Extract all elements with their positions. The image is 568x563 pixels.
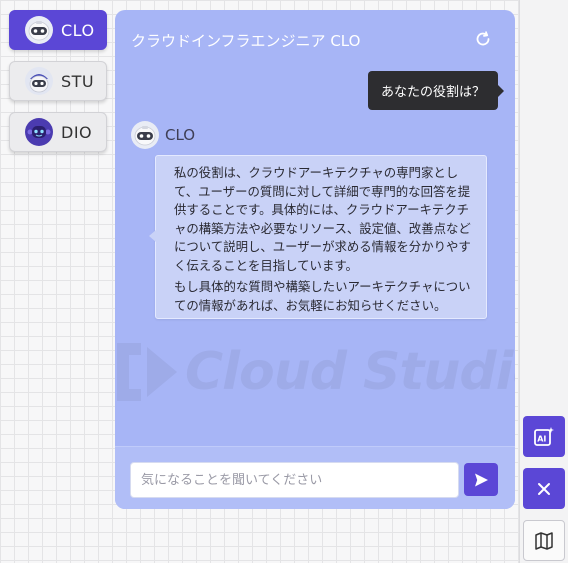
map-button[interactable] bbox=[523, 520, 565, 561]
agent-tab-label: CLO bbox=[61, 20, 95, 40]
user-question-bubble: あなたの役割は？ bbox=[368, 71, 504, 110]
agent-tab-label: STU bbox=[61, 71, 95, 91]
bot-name: CLO bbox=[165, 126, 196, 144]
ai-image-button[interactable]: AI bbox=[523, 416, 565, 457]
cloud-studio-watermark: Cloud Studio bbox=[115, 332, 515, 412]
robot-avatar-purple-icon bbox=[25, 118, 53, 146]
bot-header: CLO bbox=[131, 121, 195, 149]
panel-title: クラウドインフラエンジニア CLO bbox=[131, 32, 361, 50]
bot-answer-paragraph: もし具体的な質問や構築したいアーキテクチャについての情報があれば、お気軽にお知ら… bbox=[174, 279, 471, 313]
chat-message-input[interactable] bbox=[130, 462, 459, 498]
send-icon bbox=[475, 473, 488, 486]
user-question-text: あなたの役割は？ bbox=[380, 85, 485, 100]
send-button[interactable] bbox=[464, 463, 498, 496]
cloud-studio-logo-icon bbox=[117, 343, 177, 401]
ai-image-icon: AI bbox=[534, 426, 554, 446]
chat-input-bar bbox=[115, 446, 515, 509]
robot-avatar-white-icon bbox=[25, 16, 53, 44]
svg-text:AI: AI bbox=[537, 434, 546, 443]
close-button[interactable] bbox=[523, 468, 565, 509]
robot-avatar-blue-hat-icon bbox=[25, 67, 53, 95]
agent-tab-label: DIO bbox=[61, 122, 93, 142]
agent-tab-dio[interactable]: DIO bbox=[9, 112, 107, 152]
refresh-icon[interactable] bbox=[474, 30, 492, 48]
agent-tab-clo[interactable]: CLO bbox=[9, 10, 107, 50]
chat-panel: クラウドインフラエンジニア CLO あなたの役割は？ CLO 私の役割は、クラウ… bbox=[115, 10, 515, 509]
robot-avatar-white-icon bbox=[131, 121, 159, 149]
close-icon bbox=[538, 482, 550, 495]
bot-answer-paragraph: 私の役割は、クラウドアーキテクチャの専門家として、ユーザーの質問に対して詳細で専… bbox=[174, 165, 471, 273]
agent-tab-stu[interactable]: STU bbox=[9, 61, 107, 101]
watermark-text: Cloud Studio bbox=[185, 342, 515, 402]
map-icon bbox=[535, 531, 553, 550]
bot-answer-bubble: 私の役割は、クラウドアーキテクチャの専門家として、ユーザーの質問に対して詳細で専… bbox=[149, 155, 487, 319]
